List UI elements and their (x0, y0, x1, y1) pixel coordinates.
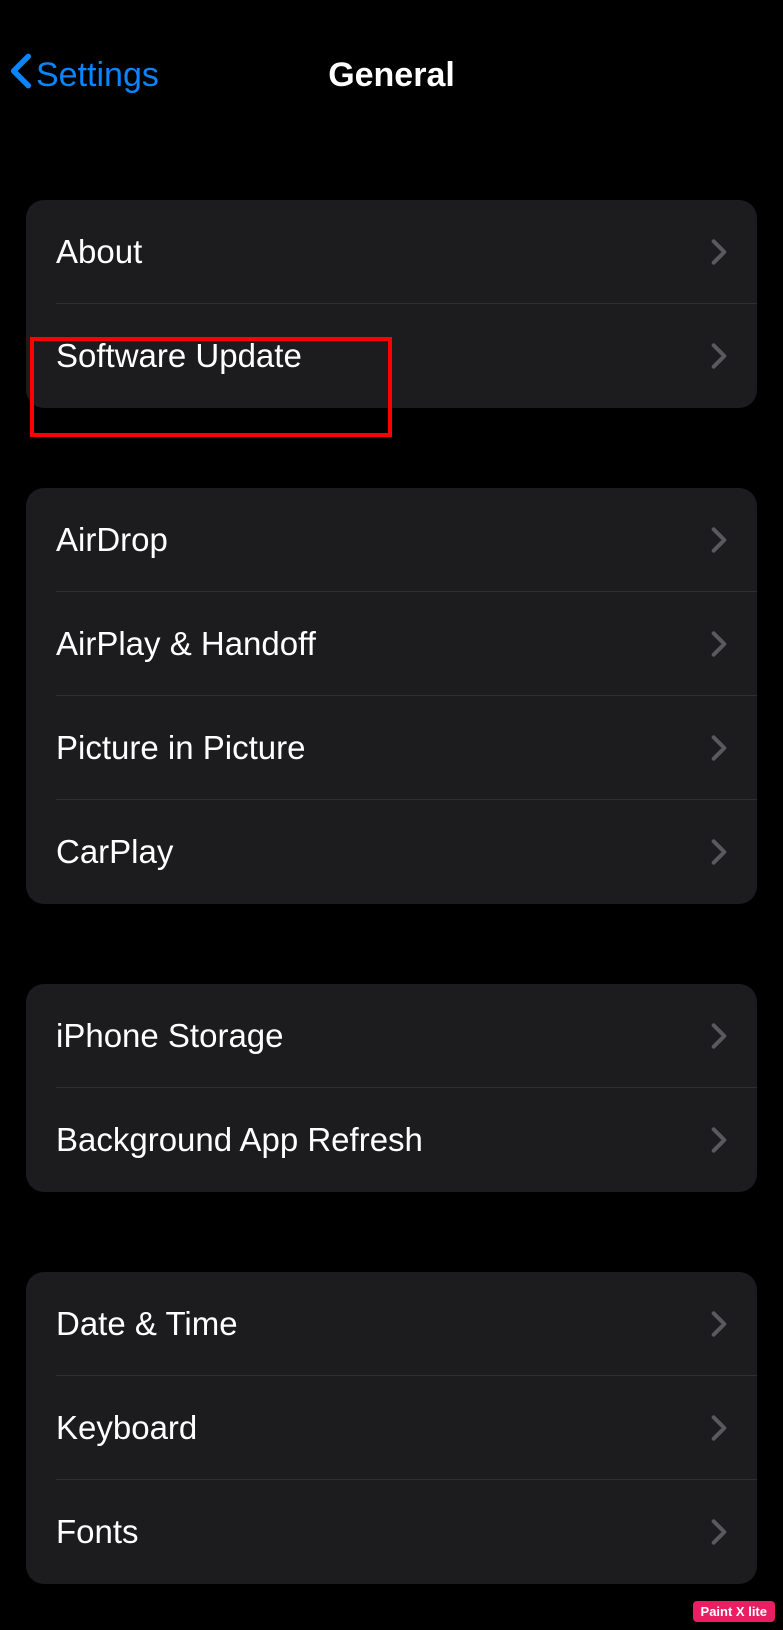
row-label: AirDrop (56, 521, 168, 559)
row-label: Picture in Picture (56, 729, 305, 767)
settings-content: About Software Update AirDrop AirPlay & Han… (0, 200, 783, 1584)
row-iphone-storage[interactable]: iPhone Storage (26, 984, 757, 1088)
row-about[interactable]: About (26, 200, 757, 304)
row-label: iPhone Storage (56, 1017, 284, 1055)
chevron-right-icon (711, 1414, 727, 1442)
row-carplay[interactable]: CarPlay (26, 800, 757, 904)
chevron-right-icon (711, 1022, 727, 1050)
chevron-right-icon (711, 734, 727, 762)
chevron-right-icon (711, 630, 727, 658)
chevron-right-icon (711, 1310, 727, 1338)
row-fonts[interactable]: Fonts (26, 1480, 757, 1584)
row-airdrop[interactable]: AirDrop (26, 488, 757, 592)
row-picture-in-picture[interactable]: Picture in Picture (26, 696, 757, 800)
back-button[interactable]: Settings (10, 52, 159, 99)
chevron-right-icon (711, 342, 727, 370)
chevron-right-icon (711, 1518, 727, 1546)
row-label: Software Update (56, 337, 302, 375)
row-label: Fonts (56, 1513, 139, 1551)
chevron-right-icon (711, 526, 727, 554)
chevron-left-icon (10, 52, 32, 99)
row-background-app-refresh[interactable]: Background App Refresh (26, 1088, 757, 1192)
settings-group: AirDrop AirPlay & Handoff Picture in Pictu… (26, 488, 757, 904)
settings-group: iPhone Storage Background App Refresh (26, 984, 757, 1192)
row-label: Background App Refresh (56, 1121, 423, 1159)
chevron-right-icon (711, 238, 727, 266)
chevron-right-icon (711, 838, 727, 866)
navbar: Settings General (0, 30, 783, 120)
row-label: About (56, 233, 142, 271)
row-label: AirPlay & Handoff (56, 625, 316, 663)
row-airplay-handoff[interactable]: AirPlay & Handoff (26, 592, 757, 696)
chevron-right-icon (711, 1126, 727, 1154)
settings-group: Date & Time Keyboard Fonts (26, 1272, 757, 1584)
row-label: Keyboard (56, 1409, 197, 1447)
row-label: Date & Time (56, 1305, 238, 1343)
row-software-update[interactable]: Software Update (26, 304, 757, 408)
row-keyboard[interactable]: Keyboard (26, 1376, 757, 1480)
row-date-time[interactable]: Date & Time (26, 1272, 757, 1376)
row-label: CarPlay (56, 833, 173, 871)
watermark-badge: Paint X lite (693, 1601, 775, 1622)
back-label: Settings (36, 56, 159, 95)
settings-group: About Software Update (26, 200, 757, 408)
